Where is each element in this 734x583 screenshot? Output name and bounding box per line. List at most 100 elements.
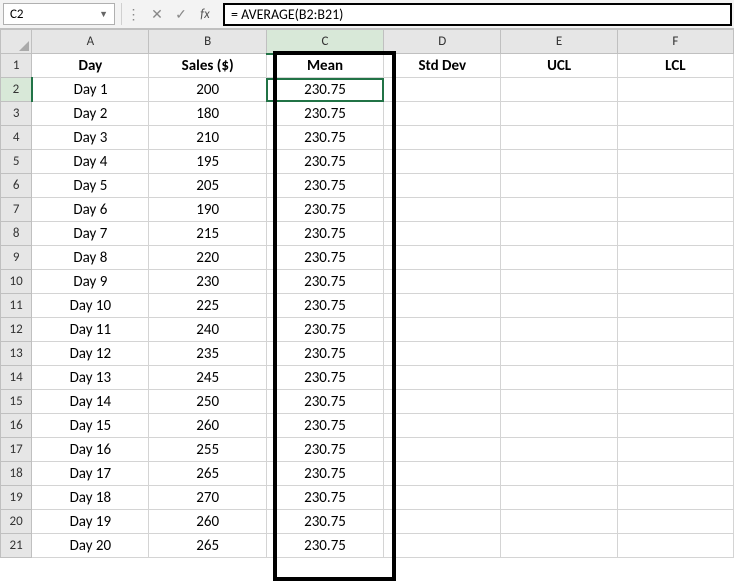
cell-C20[interactable]: 230.75 (266, 510, 383, 534)
cell-C4[interactable]: 230.75 (266, 126, 383, 150)
cell-B14[interactable]: 245 (149, 366, 267, 390)
cell-F14[interactable] (617, 366, 733, 390)
row-header-8[interactable]: 8 (1, 222, 32, 246)
cell-A20[interactable]: Day 19 (32, 510, 149, 534)
cell-A5[interactable]: Day 4 (32, 150, 149, 174)
cell-F5[interactable] (617, 150, 733, 174)
cell-F19[interactable] (617, 486, 733, 510)
cell-E7[interactable] (501, 198, 617, 222)
cell-F10[interactable] (617, 270, 733, 294)
cancel-formula-icon[interactable]: ✕ (145, 3, 169, 25)
cell-E13[interactable] (501, 342, 617, 366)
cell-F9[interactable] (617, 246, 733, 270)
cell-A2[interactable]: Day 1 (32, 78, 149, 102)
cell-B16[interactable]: 260 (149, 414, 267, 438)
cell-C3[interactable]: 230.75 (266, 102, 383, 126)
row-header-7[interactable]: 7 (1, 198, 32, 222)
cell-D3[interactable] (384, 102, 501, 126)
cell-A13[interactable]: Day 12 (32, 342, 149, 366)
cell-D16[interactable] (384, 414, 501, 438)
cell-A9[interactable]: Day 8 (32, 246, 149, 270)
cell-D12[interactable] (384, 318, 501, 342)
cell-C21[interactable]: 230.75 (266, 534, 383, 558)
cell-F11[interactable] (617, 294, 733, 318)
cell-E3[interactable] (501, 102, 617, 126)
cell-D2[interactable] (384, 78, 501, 102)
row-header-3[interactable]: 3 (1, 102, 32, 126)
cell-E20[interactable] (501, 510, 617, 534)
row-header-11[interactable]: 11 (1, 294, 32, 318)
cell-F7[interactable] (617, 198, 733, 222)
cell-A18[interactable]: Day 17 (32, 462, 149, 486)
cell-C2[interactable]: 230.75 (266, 78, 383, 102)
cell-C18[interactable]: 230.75 (266, 462, 383, 486)
cell-B13[interactable]: 235 (149, 342, 267, 366)
cell-F16[interactable] (617, 414, 733, 438)
cell-F21[interactable] (617, 534, 733, 558)
cell-B5[interactable]: 195 (149, 150, 267, 174)
col-header-F[interactable]: F (617, 30, 733, 54)
row-header-16[interactable]: 16 (1, 414, 32, 438)
cell-A21[interactable]: Day 20 (32, 534, 149, 558)
cell-F4[interactable] (617, 126, 733, 150)
cell-E2[interactable] (501, 78, 617, 102)
row-header-17[interactable]: 17 (1, 438, 32, 462)
cell-B12[interactable]: 240 (149, 318, 267, 342)
cell-E8[interactable] (501, 222, 617, 246)
cell-F15[interactable] (617, 390, 733, 414)
enter-formula-icon[interactable]: ✓ (169, 3, 193, 25)
cell-A4[interactable]: Day 3 (32, 126, 149, 150)
cell-F1[interactable]: LCL (617, 54, 733, 78)
cell-A3[interactable]: Day 2 (32, 102, 149, 126)
cell-B9[interactable]: 220 (149, 246, 267, 270)
cell-C5[interactable]: 230.75 (266, 150, 383, 174)
cell-A8[interactable]: Day 7 (32, 222, 149, 246)
cell-D8[interactable] (384, 222, 501, 246)
cell-C9[interactable]: 230.75 (266, 246, 383, 270)
cell-E12[interactable] (501, 318, 617, 342)
cell-C19[interactable]: 230.75 (266, 486, 383, 510)
cell-E19[interactable] (501, 486, 617, 510)
cell-F12[interactable] (617, 318, 733, 342)
row-header-12[interactable]: 12 (1, 318, 32, 342)
cell-C10[interactable]: 230.75 (266, 270, 383, 294)
cell-B19[interactable]: 270 (149, 486, 267, 510)
cell-A12[interactable]: Day 11 (32, 318, 149, 342)
cell-D20[interactable] (384, 510, 501, 534)
cell-E11[interactable] (501, 294, 617, 318)
cell-D4[interactable] (384, 126, 501, 150)
cell-C6[interactable]: 230.75 (266, 174, 383, 198)
select-all-corner[interactable] (1, 30, 32, 54)
cell-C11[interactable]: 230.75 (266, 294, 383, 318)
cell-E15[interactable] (501, 390, 617, 414)
row-header-21[interactable]: 21 (1, 534, 32, 558)
cell-B20[interactable]: 260 (149, 510, 267, 534)
cell-A10[interactable]: Day 9 (32, 270, 149, 294)
row-header-1[interactable]: 1 (1, 54, 32, 78)
cell-D7[interactable] (384, 198, 501, 222)
cell-C8[interactable]: 230.75 (266, 222, 383, 246)
cell-D6[interactable] (384, 174, 501, 198)
formula-input[interactable]: = AVERAGE(B2:B21) (223, 3, 732, 26)
cell-D5[interactable] (384, 150, 501, 174)
cell-E6[interactable] (501, 174, 617, 198)
col-header-D[interactable]: D (384, 30, 501, 54)
cell-E1[interactable]: UCL (501, 54, 617, 78)
col-header-E[interactable]: E (501, 30, 617, 54)
cell-A17[interactable]: Day 16 (32, 438, 149, 462)
col-header-C[interactable]: C (266, 30, 383, 54)
cell-A7[interactable]: Day 6 (32, 198, 149, 222)
cell-C13[interactable]: 230.75 (266, 342, 383, 366)
name-box-expand-icon[interactable]: ⋮ (121, 3, 145, 25)
cell-A11[interactable]: Day 10 (32, 294, 149, 318)
cell-A16[interactable]: Day 15 (32, 414, 149, 438)
cell-F20[interactable] (617, 510, 733, 534)
cell-C12[interactable]: 230.75 (266, 318, 383, 342)
cell-C7[interactable]: 230.75 (266, 198, 383, 222)
cell-C17[interactable]: 230.75 (266, 438, 383, 462)
cell-D1[interactable]: Std Dev (384, 54, 501, 78)
cell-A6[interactable]: Day 5 (32, 174, 149, 198)
row-header-19[interactable]: 19 (1, 486, 32, 510)
cell-B11[interactable]: 225 (149, 294, 267, 318)
name-box-dropdown-icon[interactable]: ▼ (99, 9, 108, 20)
